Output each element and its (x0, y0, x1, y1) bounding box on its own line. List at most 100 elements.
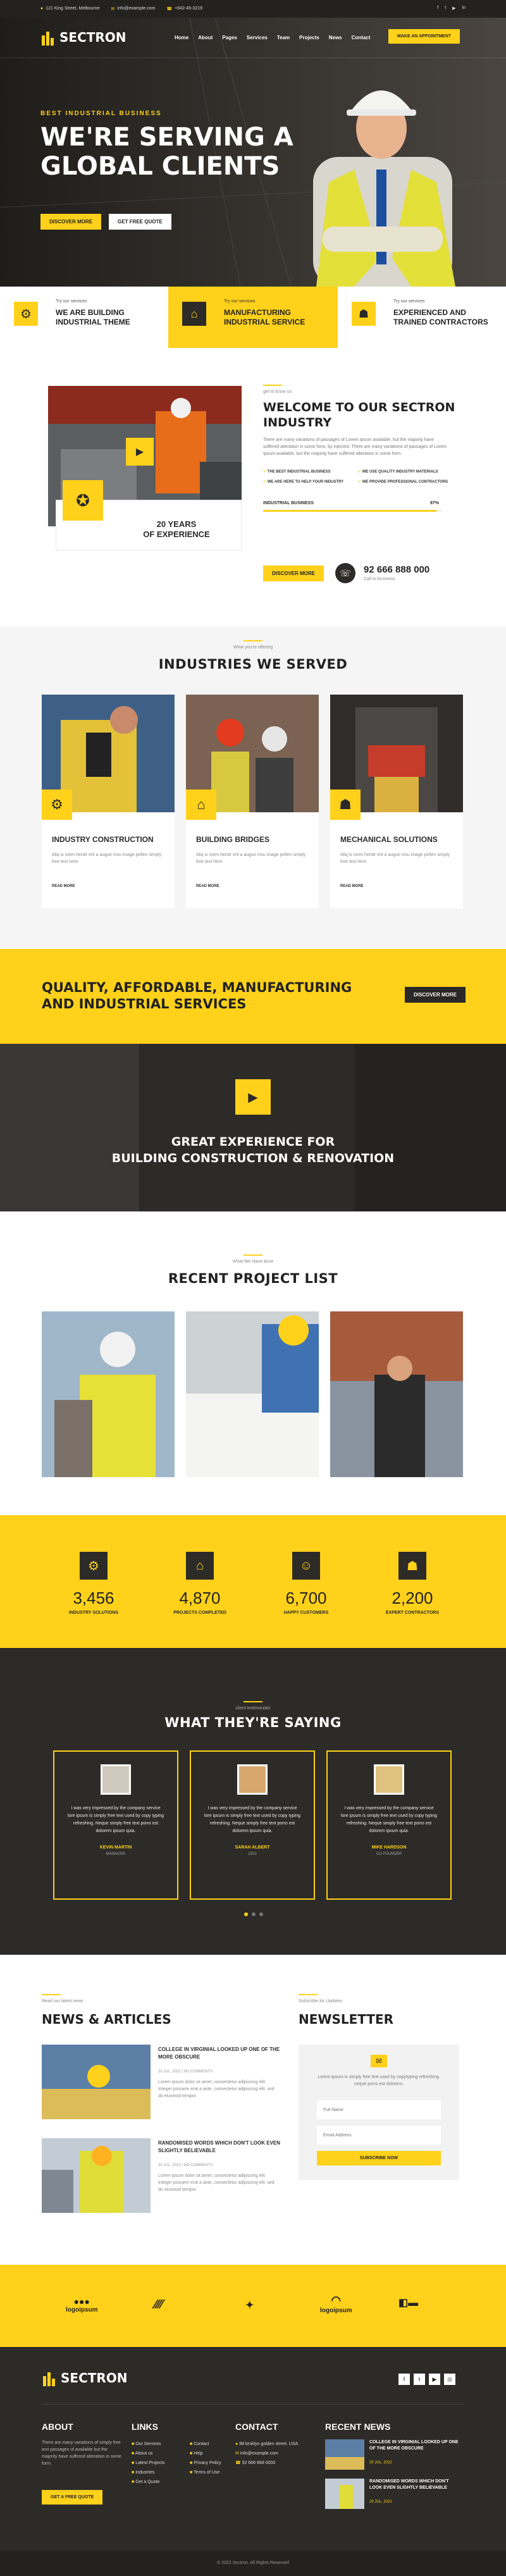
topbar-email[interactable]: info@example.com (117, 6, 155, 11)
nav-news[interactable]: News (329, 35, 342, 40)
brand-logo: ◧▬ (398, 2298, 419, 2308)
stat-value: 4,870 (179, 1588, 221, 1607)
industries-title: INDUSTRIES WE SERVED (158, 657, 348, 672)
footer-news-title-text: COLLEGE IN VIRGINIAL LOOKED UP ONE OF TH… (369, 2440, 459, 2451)
brand-logo-icon: ◠ (331, 2294, 342, 2307)
footer-news-item[interactable]: COLLEGE IN VIRGINIAL LOOKED UP ONE OF TH… (325, 2439, 464, 2471)
appointment-button[interactable]: Make an appointment (388, 29, 460, 44)
discover-more-button[interactable]: Discover more (40, 214, 102, 230)
footer-news-item[interactable]: RANDOMISED WORDS WHICH DON'T LOOK EVEN S… (325, 2479, 464, 2510)
footer-link[interactable]: ■ Terms of Use (190, 2468, 221, 2477)
play-button[interactable]: ▶ (126, 438, 154, 466)
industry-card[interactable]: ⚙ INDUSTRY CONSTRUCTION Aliq is notm hen… (42, 695, 175, 908)
feature-title-line2: INDUSTRIAL SERVICE (224, 318, 305, 326)
topbar-address: 121 King Street, Melbourne (46, 6, 100, 11)
facebook-icon[interactable]: f (398, 2374, 410, 2385)
stats-section: ⚙ 3,456 INDUSTRY SOLUTIONS ⌂ 4,870 PROJE… (0, 1515, 506, 1648)
logo[interactable]: SECTRON (40, 29, 126, 46)
footer-quote-button[interactable]: Get a free quote (42, 2490, 103, 2505)
testimonials-title: WHAT THEY'RE SAYING (164, 1715, 342, 1730)
news-image (42, 2138, 151, 2213)
feature-kicker: Try our services (224, 299, 256, 304)
testimonial-role: CO FOUNDER (376, 1852, 402, 1856)
project-image[interactable] (42, 1311, 175, 1477)
brand-logo: ✦ (245, 2300, 254, 2311)
stat-value: 6,700 (285, 1588, 327, 1607)
progress-fill (263, 510, 436, 512)
projects-title: RECENT PROJECT LIST (168, 1271, 338, 1286)
read-more-link[interactable]: READ MORE (196, 884, 219, 888)
slider-dots[interactable] (244, 1912, 263, 1916)
location-icon: ● (40, 6, 44, 11)
footer-link[interactable]: ■ Contact (190, 2439, 221, 2449)
youtube-icon[interactable]: ▶ (452, 6, 455, 11)
project-image[interactable] (186, 1311, 319, 1477)
footer-link[interactable]: ■ Our Services (132, 2439, 165, 2449)
name-field[interactable] (317, 2100, 441, 2119)
video-line2: BUILDING CONSTRUCTION & RENOVATION (111, 1151, 395, 1165)
nav-pages[interactable]: Pages (222, 35, 237, 40)
read-more-link[interactable]: READ MORE (52, 884, 75, 888)
footer: SECTRON f t ▶ ◎ ABOUT There are many var… (0, 2347, 506, 2576)
newsletter-title: NEWSLETTER (299, 2012, 394, 2027)
about-phone[interactable]: 92 666 888 000 (364, 564, 429, 575)
email-icon: ✉ (111, 7, 115, 11)
feature-card[interactable]: ⚙ Try our services WE ARE BUILDING INDUS… (0, 287, 168, 348)
nav-projects[interactable]: Projects (299, 35, 319, 40)
footer-link[interactable]: ■ Privacy Policy (190, 2458, 221, 2468)
nav-home[interactable]: Home (175, 35, 188, 40)
email-field[interactable] (317, 2126, 441, 2145)
testimonial-card: I was very impressed by the company serv… (53, 1750, 178, 1900)
footer-link[interactable]: ■ Latest Projects (132, 2458, 165, 2468)
video-play-button[interactable]: ▶ (235, 1079, 271, 1115)
subscribe-button[interactable]: Subscribe now (317, 2151, 441, 2165)
free-quote-button[interactable]: Get free quote (109, 214, 171, 230)
footer-links-title: LINKS (132, 2422, 158, 2432)
footer-link[interactable]: ■ Get a Quote (132, 2477, 165, 2487)
project-image[interactable] (330, 1311, 463, 1477)
hero-title-line2: GLOBAL CLIENTS (40, 152, 280, 181)
testimonial-text: I was very impressed by the company serv… (67, 1806, 164, 1833)
feature-card[interactable]: ☗ Try our services EXPERIENCED AND TRAIN… (338, 287, 506, 348)
avatar (237, 1764, 268, 1795)
about-discover-button[interactable]: Discover more (263, 566, 324, 581)
nav-team[interactable]: Team (277, 35, 290, 40)
instagram-icon[interactable]: in (462, 6, 466, 11)
twitter-icon[interactable]: t (445, 6, 446, 11)
read-more-link[interactable]: READ MORE (340, 884, 364, 888)
footer-link[interactable]: ■ Help (190, 2449, 221, 2458)
about-section: ▶ ✪ 20 YEARS OF EXPERIENCE get to know u… (0, 348, 506, 626)
topbar-phone[interactable]: +642-45-3219 (175, 6, 202, 11)
brand-logo: ⁄⁄⁄⁄ (154, 2298, 163, 2312)
testimonial-role: MANAGER (106, 1852, 126, 1856)
projects-section: What We Have done RECENT PROJECT LIST (0, 1211, 506, 1515)
footer-link[interactable]: ■ Industries (132, 2468, 165, 2477)
twitter-icon[interactable]: t (414, 2374, 425, 2385)
news-item-text: Lorem ipsum dolor sit amet, consectetur … (158, 2080, 275, 2098)
industry-card[interactable]: ☗ MECHANICAL SOLUTIONS Aliq is notm hend… (330, 695, 463, 908)
facebook-icon[interactable]: f (437, 6, 438, 11)
testimonials-kicker: client testimonials (235, 1706, 271, 1711)
instagram-icon[interactable]: ◎ (444, 2374, 455, 2385)
nav-contact[interactable]: Contact (352, 35, 371, 40)
youtube-icon[interactable]: ▶ (429, 2374, 440, 2385)
industry-card[interactable]: ⌂ BUILDING BRIDGES Aliq is notm hendr er… (186, 695, 319, 908)
nav-services[interactable]: Services (247, 35, 268, 40)
footer-contact-email[interactable]: ✉ info@example.com (235, 2449, 298, 2458)
footer-about-title: ABOUT (42, 2422, 73, 2432)
news-item[interactable]: RANDOMISED WORDS WHICH DON'T LOOK EVEN S… (42, 2138, 282, 2214)
brand-logo: ◠ logoipsum (320, 2294, 352, 2314)
feature-card[interactable]: ⌂ Try our services MANUFACTURING INDUSTR… (168, 287, 338, 348)
progress-value: 97% (430, 501, 440, 505)
testimonial-card: I was very impressed by the company serv… (326, 1750, 452, 1900)
cta-discover-button[interactable]: Discover more (405, 987, 466, 1003)
topbar: ● 121 King Street, Melbourne ✉ info@exam… (0, 0, 506, 18)
phone-circle-icon: ☏ (335, 563, 355, 583)
worker-icon: ☗ (330, 790, 361, 820)
footer-link[interactable]: ■ About us (132, 2449, 165, 2458)
footer-contact-phone[interactable]: ☎ 92 666 888 0000 (235, 2458, 298, 2468)
nav-about[interactable]: About (198, 35, 213, 40)
news-item[interactable]: COLLEGE IN VIRGINIAL LOOKED UP ONE OF TH… (42, 2045, 282, 2121)
footer-logo[interactable]: SECTRON (42, 2370, 128, 2386)
feature-title-line2: TRAINED CONTRACTORS (393, 318, 488, 326)
